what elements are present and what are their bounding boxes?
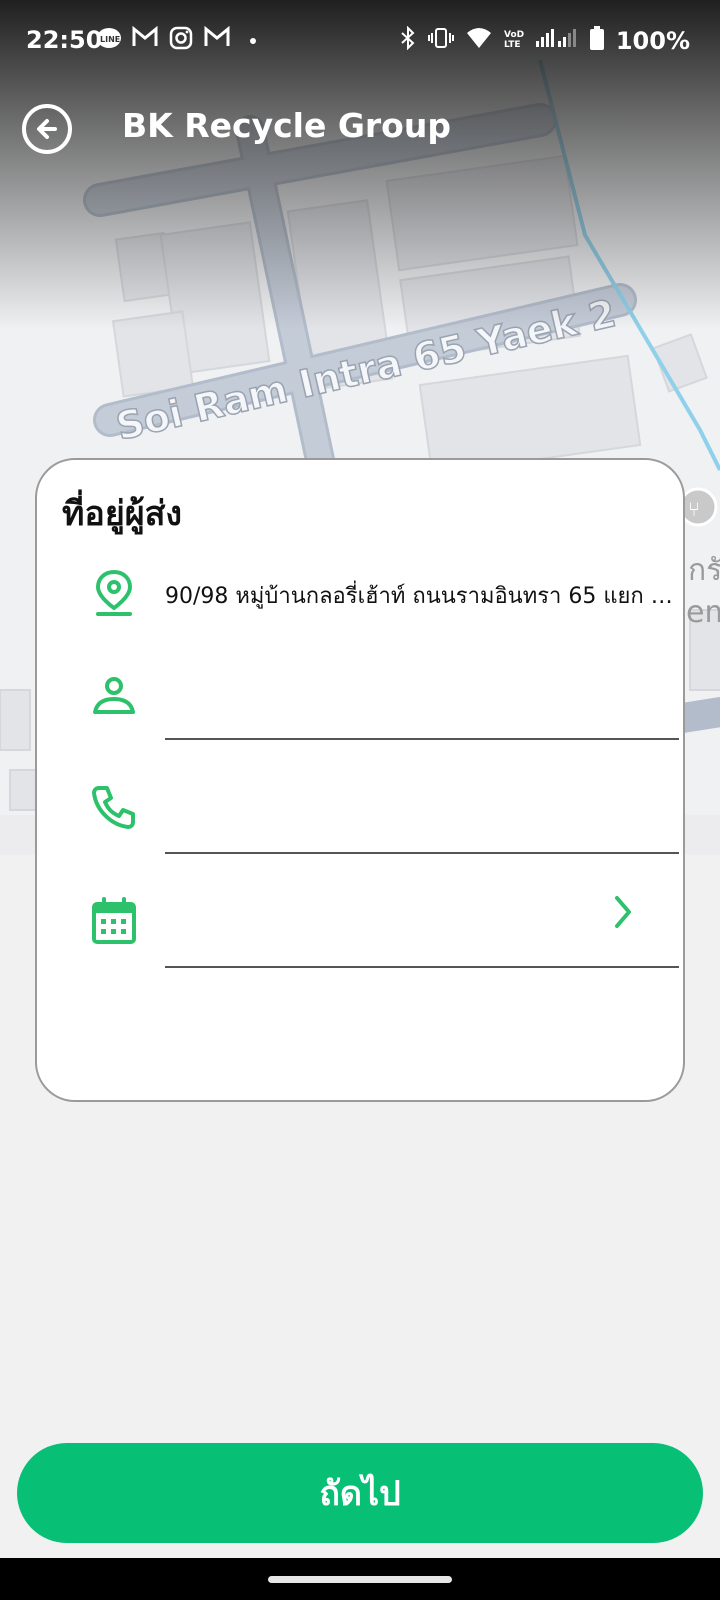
dot-icon <box>240 26 266 52</box>
instagram-icon <box>168 26 194 52</box>
wifi-icon <box>466 27 492 54</box>
svg-text:VoD: VoD <box>504 30 524 40</box>
pickup-date-underline <box>165 966 679 968</box>
page-title: BK Recycle Group <box>122 106 451 145</box>
person-icon <box>93 677 135 714</box>
address-value: 90/98 หมู่บ้านกลอรี่เฮ้าท์ ถนนรามอินทรา … <box>165 584 675 609</box>
phone-underline <box>165 852 679 854</box>
map-edge-text-2: em <box>686 595 720 630</box>
system-icons: VoD LTE 100% <box>400 25 690 55</box>
battery-icon <box>589 26 604 55</box>
back-button[interactable] <box>22 104 72 154</box>
gmail-icon <box>132 25 158 52</box>
svg-text:⑂: ⑂ <box>688 497 700 521</box>
line-icon: LINE <box>96 26 122 52</box>
status-bar: 22:50 LINE VoD LTE 100% <box>0 0 720 82</box>
status-time: 22:50 <box>26 26 103 54</box>
next-button[interactable]: ถัดไป <box>17 1443 703 1543</box>
gmail-icon <box>204 25 230 52</box>
signal-icon <box>535 27 578 54</box>
location-pin-icon <box>95 569 133 616</box>
volte-icon: VoD LTE <box>504 27 524 54</box>
calendar-icon <box>92 897 136 944</box>
bluetooth-icon <box>400 25 416 55</box>
system-nav-bar <box>0 1558 720 1600</box>
notification-icons: LINE <box>96 25 266 52</box>
svg-text:LINE: LINE <box>100 35 120 44</box>
sender-name-underline <box>165 738 679 740</box>
arrow-left-icon <box>37 119 57 139</box>
chevron-right-icon[interactable] <box>609 892 637 932</box>
card-title: ที่อยู่ผู้ส่ง <box>62 494 183 534</box>
sender-address-card: ที่อยู่ผู้ส่ง 90/98 หมู่บ้านกลอรี่เฮ้าท์… <box>35 458 685 1102</box>
svg-text:LTE: LTE <box>504 40 521 49</box>
home-gesture-handle[interactable] <box>268 1576 452 1583</box>
battery-percent: 100% <box>615 26 690 55</box>
vibrate-icon <box>427 27 454 54</box>
phone-icon <box>92 786 135 829</box>
map-edge-text-1: กรั <box>688 553 720 588</box>
